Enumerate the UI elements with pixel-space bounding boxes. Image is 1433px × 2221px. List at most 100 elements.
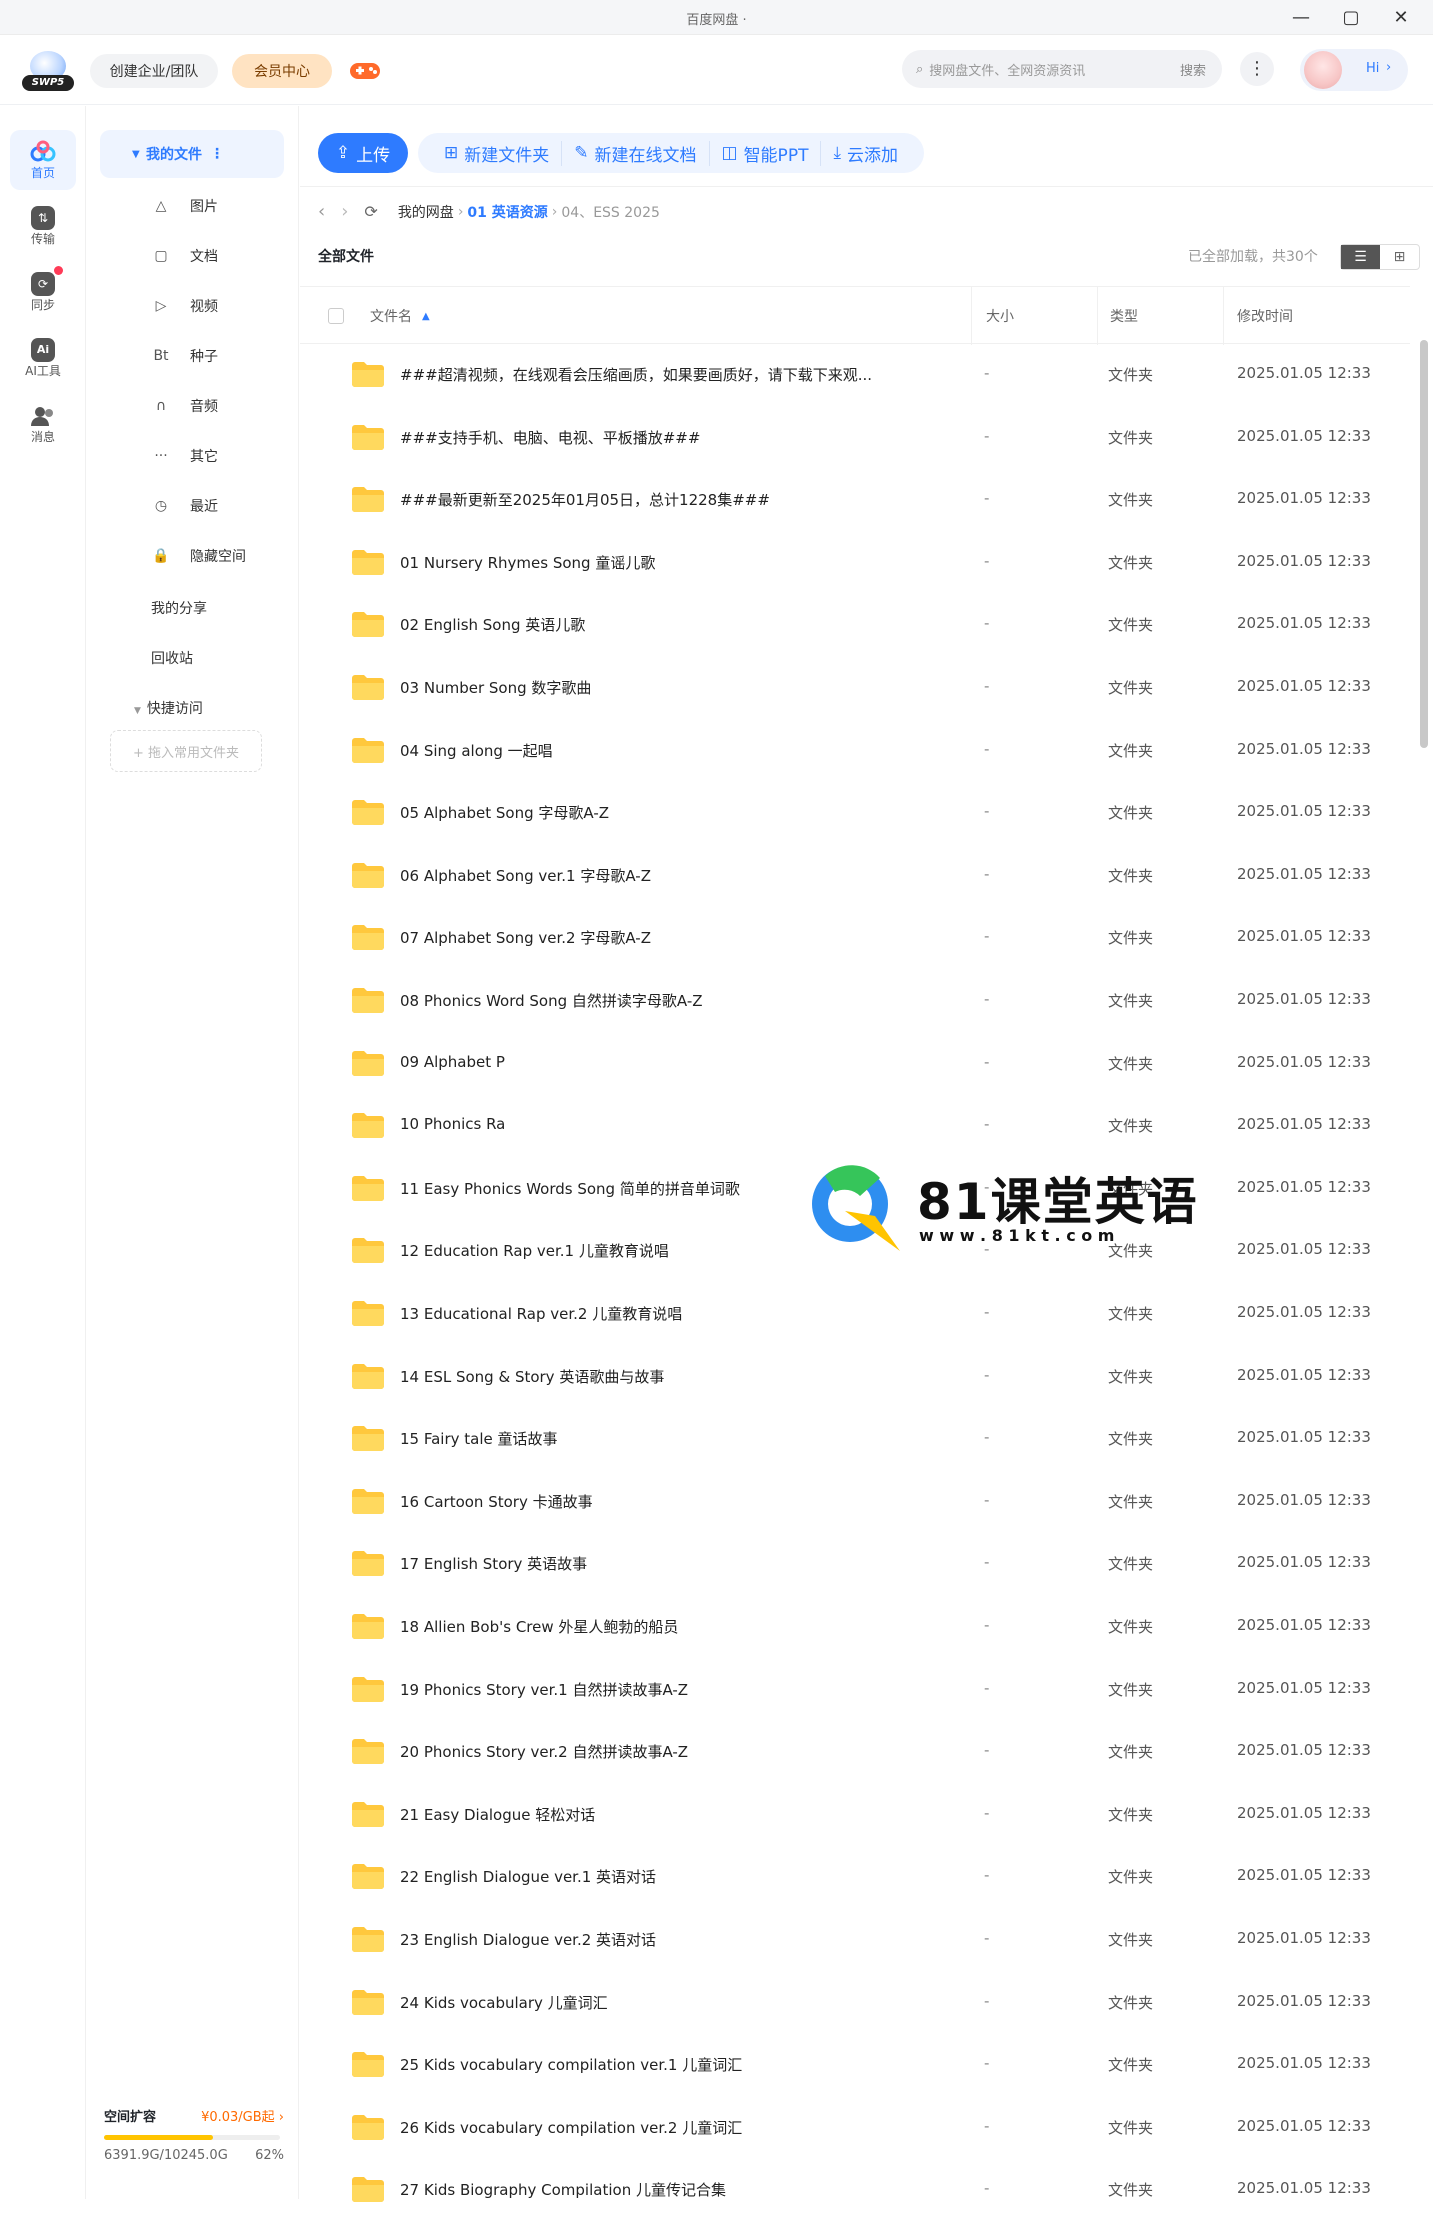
drop-target[interactable]: + 拖入常用文件夹 xyxy=(110,730,262,772)
file-name[interactable]: 08 Phonics Word Song 自然拼读字母歌A-Z xyxy=(400,990,703,1011)
file-name[interactable]: 26 Kids vocabulary compilation ver.2 儿童词… xyxy=(400,2117,742,2138)
time-column-header[interactable]: 修改时间 xyxy=(1224,287,1410,345)
sidebar-trash[interactable]: 回收站 xyxy=(151,648,193,668)
sidebar-my-share[interactable]: 我的分享 xyxy=(151,598,207,618)
upload-button[interactable]: ⇪ 上传 xyxy=(318,133,408,173)
table-row[interactable]: 20 Phonics Story ver.2 自然拼读故事A-Z - 文件夹 2025… xyxy=(300,1721,1410,1783)
table-row[interactable]: 14 ESL Song & Story 英语歌曲与故事 - 文件夹 2025.01.0… xyxy=(300,1346,1410,1408)
game-controller-icon[interactable] xyxy=(348,58,382,84)
table-row[interactable]: 19 Phonics Story ver.1 自然拼读故事A-Z - 文件夹 2025… xyxy=(300,1659,1410,1721)
table-row[interactable]: 16 Cartoon Story 卡通故事 - 文件夹 2025.01.05 12:3… xyxy=(300,1471,1410,1533)
select-all-checkbox[interactable] xyxy=(328,308,344,324)
sort-icon[interactable]: ▲ xyxy=(422,311,430,322)
table-row[interactable]: 26 Kids vocabulary compilation ver.2 儿童词… xyxy=(300,2097,1410,2159)
file-name[interactable]: 22 English Dialogue ver.1 英语对话 xyxy=(400,1866,656,1887)
table-row[interactable]: 23 English Dialogue ver.2 英语对话 - 文件夹 2025.0… xyxy=(300,1909,1410,1971)
table-row[interactable]: 13 Educational Rap ver.2 儿童教育说唱 - 文件夹 2025.… xyxy=(300,1283,1410,1345)
file-name[interactable]: 24 Kids vocabulary 儿童词汇 xyxy=(400,1992,608,2013)
file-name[interactable]: 23 English Dialogue ver.2 英语对话 xyxy=(400,1929,656,1950)
rail-item-sync[interactable]: ⟳ 同步 xyxy=(10,262,76,322)
size-column-header[interactable]: 大小 xyxy=(972,287,1098,345)
file-name[interactable]: ###支持手机、电脑、电视、平板播放### xyxy=(400,427,700,448)
vip-center-button[interactable]: 会员中心 xyxy=(232,54,332,88)
table-row[interactable]: 01 Nursery Rhymes Song 童谣儿歌 - 文件夹 2025.01.0… xyxy=(300,532,1410,594)
app-logo[interactable]: SWP5 xyxy=(22,49,74,93)
table-row[interactable]: 05 Alphabet Song 字母歌A-Z - 文件夹 2025.01.05 12… xyxy=(300,782,1410,844)
file-name[interactable]: 13 Educational Rap ver.2 儿童教育说唱 xyxy=(400,1303,682,1324)
file-name[interactable]: 27 Kids Biography Compilation 儿童传记合集 xyxy=(400,2179,726,2200)
search-box[interactable]: ⌕ 搜网盘文件、全网资源资讯 搜索 xyxy=(902,50,1222,88)
file-name[interactable]: 15 Fairy tale 童话故事 xyxy=(400,1428,558,1449)
table-row[interactable]: 17 English Story 英语故事 - 文件夹 2025.01.05 12:3… xyxy=(300,1533,1410,1595)
table-row[interactable]: 06 Alphabet Song ver.1 字母歌A-Z - 文件夹 2025.01… xyxy=(300,845,1410,907)
file-name[interactable]: 07 Alphabet Song ver.2 字母歌A-Z xyxy=(400,927,651,948)
sidebar-item-other[interactable]: ··· 其它 xyxy=(146,440,218,472)
new-folder-button[interactable]: ⊞ 新建文件夹 xyxy=(432,140,563,166)
sidebar-item-torrents[interactable]: Bt 种子 xyxy=(146,340,218,372)
user-profile-button[interactable]: Hi › xyxy=(1300,49,1408,91)
file-name[interactable]: ###最新更新至2025年01月05日，总计1228集### xyxy=(400,489,770,510)
table-row[interactable]: ###支持手机、电脑、电视、平板播放### - 文件夹 2025.01.05 12:3… xyxy=(300,407,1410,469)
table-row[interactable]: 15 Fairy tale 童话故事 - 文件夹 2025.01.05 12:33 xyxy=(300,1408,1410,1470)
maximize-button[interactable]: ▢ xyxy=(1336,4,1366,30)
file-name[interactable]: 18 Allien Bob's Crew 外星人鲍勃的船员 xyxy=(400,1616,678,1637)
table-row[interactable]: 03 Number Song 数字歌曲 - 文件夹 2025.01.05 12:33 xyxy=(300,657,1410,719)
table-row[interactable]: 08 Phonics Word Song 自然拼读字母歌A-Z - 文件夹 2025.… xyxy=(300,970,1410,1032)
search-button[interactable]: 搜索 xyxy=(1180,60,1206,79)
file-name[interactable]: 05 Alphabet Song 字母歌A-Z xyxy=(400,802,609,823)
rail-item-home[interactable]: 首页 xyxy=(10,130,76,190)
name-column-header[interactable]: 文件名 ▲ xyxy=(300,287,972,345)
file-name[interactable]: ###超清视频，在线观看会压缩画质，如果要画质好，请下载下来观... xyxy=(400,364,872,385)
table-row[interactable]: 22 English Dialogue ver.1 英语对话 - 文件夹 2025.0… xyxy=(300,1846,1410,1908)
sidebar-item-hidden-space[interactable]: 🔒 隐藏空间 xyxy=(146,540,246,572)
sidebar-item-audio[interactable]: ∩ 音频 xyxy=(146,390,218,422)
file-name[interactable]: 04 Sing along 一起唱 xyxy=(400,740,553,761)
more-menu-icon[interactable]: ⋮ xyxy=(1240,52,1274,86)
file-name[interactable]: 11 Easy Phonics Words Song 简单的拼音单词歌 xyxy=(400,1178,740,1199)
minimize-button[interactable]: — xyxy=(1286,4,1316,30)
grid-view-icon[interactable]: ⊞ xyxy=(1380,245,1419,269)
file-name[interactable]: 09 Alphabet P xyxy=(400,1053,505,1071)
file-name[interactable]: 06 Alphabet Song ver.1 字母歌A-Z xyxy=(400,865,651,886)
file-name[interactable]: 20 Phonics Story ver.2 自然拼读故事A-Z xyxy=(400,1741,688,1762)
sidebar-item-recent[interactable]: ◷ 最近 xyxy=(146,490,218,522)
refresh-icon[interactable]: ⟳ xyxy=(364,202,377,221)
table-row[interactable]: 02 English Song 英语儿歌 - 文件夹 2025.01.05 12:33 xyxy=(300,594,1410,656)
sidebar-item-docs[interactable]: ▢ 文档 xyxy=(146,240,218,272)
table-row[interactable]: 25 Kids vocabulary compilation ver.1 儿童词… xyxy=(300,2034,1410,2096)
sidebar-item-images[interactable]: △ 图片 xyxy=(146,190,218,222)
table-row[interactable]: 07 Alphabet Song ver.2 字母歌A-Z - 文件夹 2025.01… xyxy=(300,907,1410,969)
table-row[interactable]: 27 Kids Biography Compilation 儿童传记合集 - 文件夹… xyxy=(300,2159,1410,2221)
close-button[interactable]: ✕ xyxy=(1386,4,1416,30)
file-name[interactable]: 01 Nursery Rhymes Song 童谣儿歌 xyxy=(400,552,655,573)
rail-item-transfer[interactable]: ⇅ 传输 xyxy=(10,196,76,256)
table-row[interactable]: 18 Allien Bob's Crew 外星人鲍勃的船员 - 文件夹 2025.01… xyxy=(300,1596,1410,1658)
file-name[interactable]: 19 Phonics Story ver.1 自然拼读故事A-Z xyxy=(400,1679,688,1700)
sidebar-quick-access[interactable]: ▼ 快捷访问 xyxy=(134,698,203,718)
table-row[interactable]: 24 Kids vocabulary 儿童词汇 - 文件夹 2025.01.05 12… xyxy=(300,1972,1410,2034)
rail-item-ai-tools[interactable]: Ai AI工具 xyxy=(10,328,76,388)
table-row[interactable]: ###超清视频，在线观看会压缩画质，如果要画质好，请下载下来观... - 文件夹 20… xyxy=(300,344,1410,406)
table-row[interactable]: 10 Phonics Ra - 文件夹 2025.01.05 12:33 xyxy=(300,1095,1410,1157)
scrollbar-thumb[interactable] xyxy=(1420,340,1428,748)
forward-arrow-icon[interactable]: › xyxy=(341,201,348,222)
file-name[interactable]: 25 Kids vocabulary compilation ver.1 儿童词… xyxy=(400,2054,742,2075)
more-vertical-icon[interactable]: ⋮ xyxy=(210,146,224,162)
file-name[interactable]: 12 Education Rap ver.1 儿童教育说唱 xyxy=(400,1240,669,1261)
list-view-icon[interactable]: ☰ xyxy=(1341,245,1380,269)
new-online-doc-button[interactable]: ✎ 新建在线文档 xyxy=(562,140,710,166)
file-name[interactable]: 21 Easy Dialogue 轻松对话 xyxy=(400,1804,595,1825)
expand-price-link[interactable]: ¥0.03/GB起 › xyxy=(201,2106,284,2125)
type-column-header[interactable]: 类型 xyxy=(1098,287,1224,345)
table-row[interactable]: 09 Alphabet P - 文件夹 2025.01.05 12:33 xyxy=(300,1033,1410,1095)
file-name[interactable]: 16 Cartoon Story 卡通故事 xyxy=(400,1491,593,1512)
table-row[interactable]: 04 Sing along 一起唱 - 文件夹 2025.01.05 12:33 xyxy=(300,720,1410,782)
smart-ppt-button[interactable]: ◫ 智能PPT xyxy=(710,140,822,166)
sidebar-item-videos[interactable]: ▷ 视频 xyxy=(146,290,218,322)
sidebar-my-files[interactable]: ▼ 我的文件 ⋮ xyxy=(100,130,284,178)
search-input[interactable]: 搜网盘文件、全网资源资讯 xyxy=(929,60,1180,79)
file-name[interactable]: 14 ESL Song & Story 英语歌曲与故事 xyxy=(400,1366,664,1387)
file-name[interactable]: 02 English Song 英语儿歌 xyxy=(400,614,585,635)
breadcrumb-root[interactable]: 我的网盘 xyxy=(398,202,454,222)
file-name[interactable]: 03 Number Song 数字歌曲 xyxy=(400,677,591,698)
